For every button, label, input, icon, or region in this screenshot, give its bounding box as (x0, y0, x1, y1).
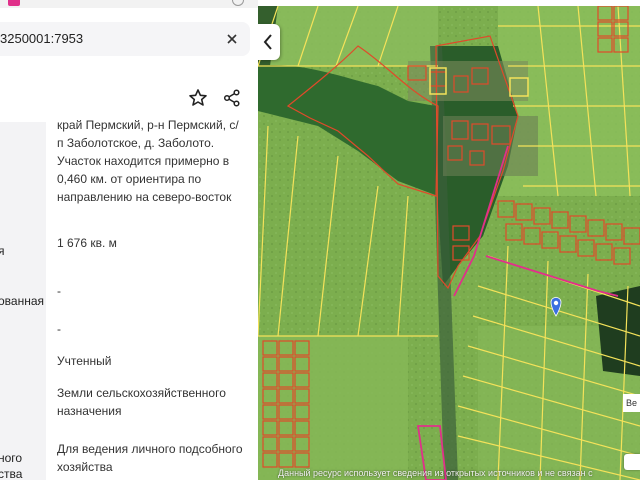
top-strip (0, 0, 258, 8)
map-control-button[interactable] (624, 454, 640, 470)
property-row-cost-date: - (0, 314, 248, 346)
cadastral-number-bar: 3250001:7953 (0, 22, 250, 56)
property-label (0, 346, 46, 376)
property-row-status: Учтенный (0, 346, 248, 376)
scale-label: Ве (623, 394, 640, 412)
property-row-address: край Пермский, р-н Пермский, с/ п Заболо… (0, 118, 248, 222)
property-label: ного ства (0, 428, 46, 480)
property-label (0, 376, 46, 428)
status-value: Учтенный (57, 354, 112, 368)
search-icon (232, 0, 244, 6)
category-value: Земли сельскохозяйственного назначения (57, 386, 226, 418)
map-attribution: Данный ресурс использует сведения из отк… (278, 468, 593, 478)
brand-logo (8, 0, 20, 6)
property-row-category: Земли сельскохозяйственного назначения (0, 376, 248, 428)
property-label (0, 314, 46, 346)
close-icon[interactable] (224, 31, 240, 47)
cost-date-value: - (57, 322, 61, 336)
cadastral-number: 3250001:7953 (0, 31, 84, 46)
address-value: край Пермский, р-н Пермский, с/ п Заболо… (57, 118, 239, 204)
chevron-left-icon (263, 34, 272, 50)
area-value: 1 676 кв. м (57, 236, 117, 250)
property-row-cadastral-cost: ованная - (0, 272, 248, 314)
star-icon[interactable] (188, 88, 208, 108)
collapse-panel-button[interactable] (258, 24, 280, 60)
cadastral-map[interactable]: Ве Данный ресурс использует сведения из … (258, 6, 640, 480)
property-row-permitted-use: ного ства Для ведения личного подсобного… (0, 428, 248, 480)
cadastral-cost-value: - (57, 284, 61, 298)
property-label (0, 122, 46, 222)
parcel-info-panel: 3250001:7953 край Пермский, р-н Пермский… (0, 0, 258, 480)
permitted-use-value: Для ведения личного подсобного хозяйства (57, 442, 243, 474)
property-label: я (0, 222, 46, 272)
satellite-imagery (258, 6, 640, 480)
property-row-area: я 1 676 кв. м (0, 222, 248, 272)
property-label: ованная (0, 272, 46, 314)
share-icon[interactable] (222, 88, 242, 108)
